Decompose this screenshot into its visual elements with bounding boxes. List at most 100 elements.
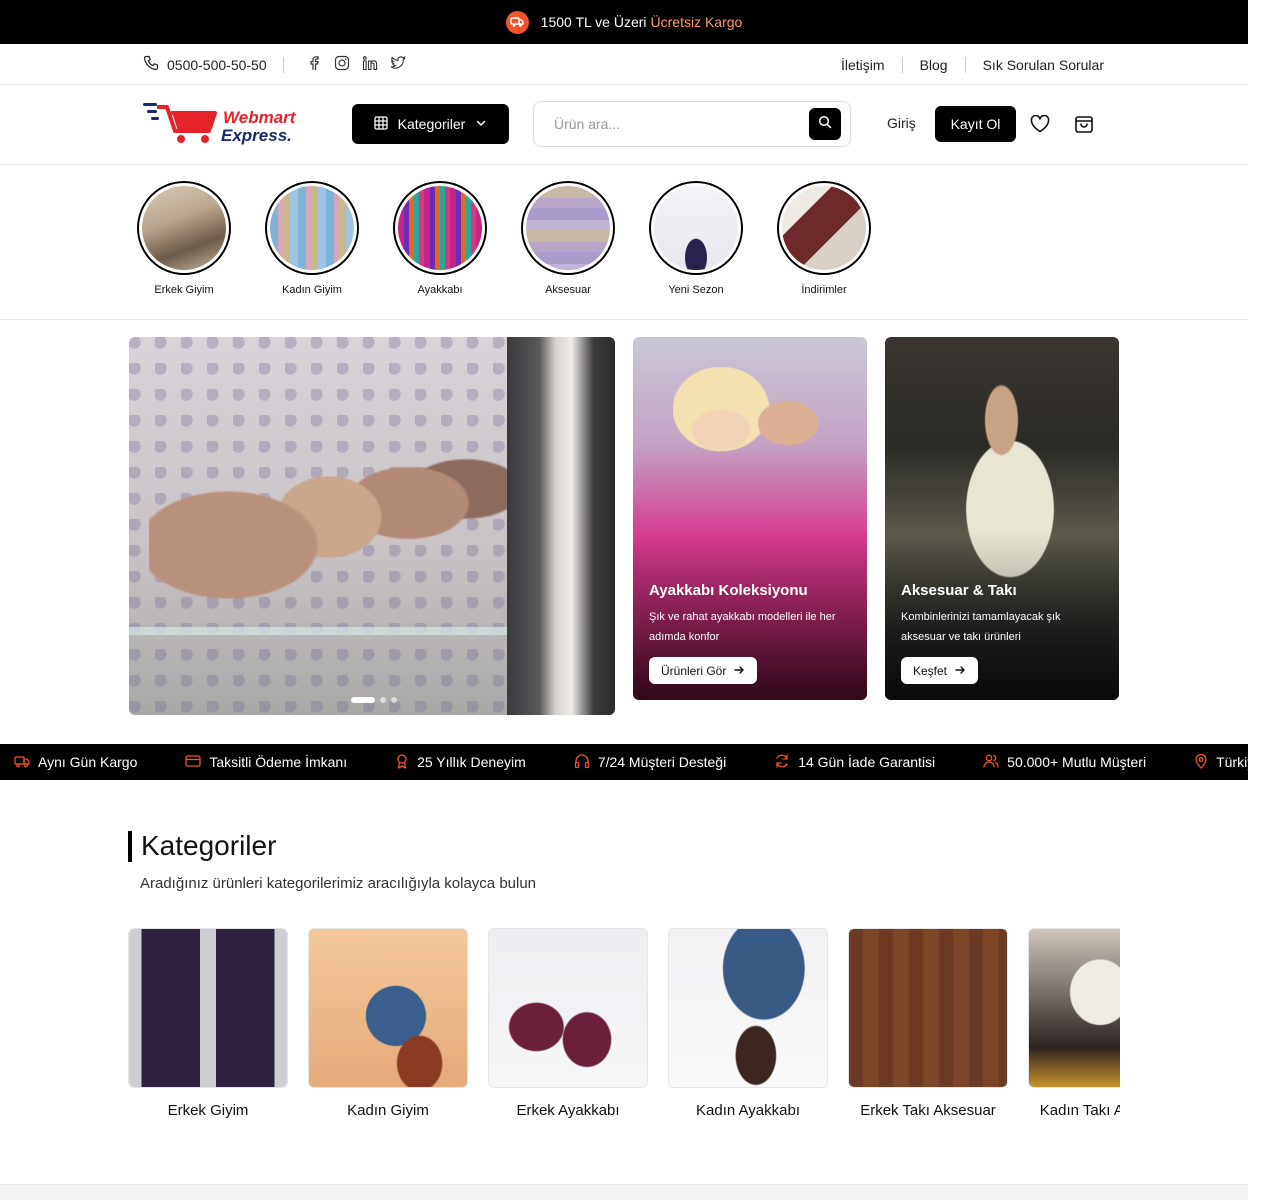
story-item[interactable]: Ayakkabı xyxy=(392,181,488,296)
feature-label: 50.000+ Mutlu Müşteri xyxy=(1007,754,1147,770)
category-card[interactable]: Kadın Ayakkabı xyxy=(668,928,828,1119)
category-label: Kadın Takı Aksesuar xyxy=(1039,1102,1120,1119)
story-item[interactable]: Yeni Sezon xyxy=(648,181,744,296)
search-icon xyxy=(818,115,832,134)
category-label: Erkek Giyim xyxy=(167,1102,249,1119)
section-title: Kategoriler xyxy=(141,830,277,861)
feature-label: 25 Yıllık Deneyim xyxy=(417,754,526,770)
hero-image-shoes xyxy=(149,377,509,657)
heading-accent-bar xyxy=(128,830,132,862)
heart-icon[interactable] xyxy=(1029,113,1051,135)
search-box xyxy=(533,101,851,147)
category-label: Erkek Ayakkabı xyxy=(516,1102,620,1119)
arrow-right-icon xyxy=(955,664,966,678)
svg-text:Webmart: Webmart xyxy=(223,108,297,127)
shopping-bag-icon[interactable] xyxy=(1073,113,1095,135)
discover-button[interactable]: Keşfet xyxy=(901,657,979,684)
truck-icon xyxy=(505,10,529,34)
story-item[interactable]: İndirimler xyxy=(776,181,872,296)
story-label: Erkek Giyim xyxy=(154,284,214,296)
arrow-right-icon xyxy=(734,664,745,678)
phone-number[interactable]: 0500-500-50-50 xyxy=(167,57,267,73)
button-label: Keşfet xyxy=(913,663,948,678)
headphones-icon xyxy=(574,753,590,772)
feature-strip: Aynı Gün Kargo Taksitli Ödeme İmkanı 25 … xyxy=(0,744,1248,780)
story-label: Ayakkabı xyxy=(417,284,463,296)
view-products-button[interactable]: Ürünleri Gör xyxy=(649,657,758,684)
facebook-icon[interactable] xyxy=(306,55,322,74)
twitter-icon[interactable] xyxy=(390,55,406,74)
category-image xyxy=(488,928,648,1088)
search-button[interactable] xyxy=(809,108,841,140)
truck-icon xyxy=(14,754,30,771)
category-label: Kadın Ayakkabı xyxy=(696,1102,800,1119)
promo-title: Ayakkabı Koleksiyonu xyxy=(649,582,808,599)
login-link[interactable]: Giriş xyxy=(887,115,916,131)
story-item[interactable]: Aksesuar xyxy=(520,181,616,296)
announcement-bar: 1500 TL ve Üzeri Ücretsiz Kargo xyxy=(0,0,1248,44)
story-label: İndirimler xyxy=(801,284,847,296)
slider-dot[interactable] xyxy=(391,697,397,703)
category-card[interactable]: Kadın Takı Aksesuar xyxy=(1028,928,1120,1119)
main-header: Webmart Express. Kategoriler Giriş Kayıt… xyxy=(0,85,1248,165)
faq-link[interactable]: Sık Sorulan Sorular xyxy=(983,57,1104,73)
categories-button-label: Kategoriler xyxy=(397,116,466,132)
divider xyxy=(964,56,966,73)
divider xyxy=(901,56,903,73)
credit-card-icon xyxy=(185,754,202,771)
blog-link[interactable]: Blog xyxy=(920,57,948,73)
feature-label: Türkiye Geneli Teslimat xyxy=(1216,754,1248,770)
story-image xyxy=(654,186,738,270)
feature-item: 25 Yıllık Deneyim xyxy=(395,753,526,772)
feature-item: Türkiye Geneli Teslimat xyxy=(1194,753,1248,772)
register-button[interactable]: Kayıt Ol xyxy=(935,106,1016,142)
story-image xyxy=(270,186,354,270)
categories-button[interactable]: Kategoriler xyxy=(352,104,509,144)
category-card[interactable]: Erkek Giyim xyxy=(128,928,288,1119)
site-logo[interactable]: Webmart Express. xyxy=(143,101,308,147)
category-card[interactable]: Erkek Takı Aksesuar xyxy=(848,928,1008,1119)
story-label: Kadın Giyim xyxy=(282,284,342,296)
story-item[interactable]: Kadın Giyim xyxy=(264,181,360,296)
button-label: Ürünleri Gör xyxy=(661,663,727,678)
divider xyxy=(282,56,284,73)
story-image xyxy=(142,186,226,270)
map-pin-icon xyxy=(1194,753,1208,772)
story-item[interactable]: Erkek Giyim xyxy=(136,181,232,296)
search-input[interactable] xyxy=(534,102,809,146)
story-label: Aksesuar xyxy=(545,284,591,296)
categories-heading: Kategoriler xyxy=(128,830,276,862)
story-image xyxy=(782,186,866,270)
feature-item: Aynı Gün Kargo xyxy=(14,754,137,771)
section-subtitle: Aradığınız ürünleri kategorilerimiz arac… xyxy=(140,875,537,892)
story-label: Yeni Sezon xyxy=(668,284,724,296)
feature-label: 7/24 Müşteri Desteği xyxy=(597,754,727,770)
promo-card-accessories[interactable]: Aksesuar & Takı Kombinlerinizi tamamlaya… xyxy=(885,337,1119,700)
category-label: Erkek Takı Aksesuar xyxy=(860,1102,996,1119)
promo-card-shoes[interactable]: Ayakkabı Koleksiyonu Şık ve rahat ayakka… xyxy=(633,337,867,700)
grid-icon xyxy=(373,115,388,133)
linkedin-icon[interactable] xyxy=(362,55,378,74)
hero-slider[interactable] xyxy=(129,337,615,715)
category-image xyxy=(848,928,1008,1088)
refresh-icon xyxy=(774,753,790,772)
promo-description: Şık ve rahat ayakkabı modelleri ile her … xyxy=(649,611,836,643)
story-image xyxy=(526,186,610,270)
feature-item: 14 Gün İade Garantisi xyxy=(774,753,935,772)
category-card[interactable]: Erkek Ayakkabı xyxy=(488,928,648,1119)
category-card[interactable]: Kadın Giyim xyxy=(308,928,468,1119)
announcement-text: 1500 TL ve Üzeri xyxy=(540,14,647,30)
slider-dot[interactable] xyxy=(351,697,375,703)
slider-dot[interactable] xyxy=(380,697,386,703)
feature-item: 7/24 Müşteri Desteği xyxy=(574,753,726,772)
instagram-icon[interactable] xyxy=(334,55,350,74)
promo-image xyxy=(673,367,833,507)
story-image xyxy=(398,186,482,270)
promo-description: Kombinlerinizi tamamlayacak şık aksesuar… xyxy=(901,611,1061,643)
hero-image-shelf xyxy=(129,627,509,635)
feature-label: Aynı Gün Kargo xyxy=(38,754,138,770)
feature-label: 14 Gün İade Garantisi xyxy=(798,754,936,770)
contact-link[interactable]: İletişim xyxy=(841,57,885,73)
announcement-accent: Ücretsiz Kargo xyxy=(650,14,743,30)
slider-dots xyxy=(351,697,397,703)
